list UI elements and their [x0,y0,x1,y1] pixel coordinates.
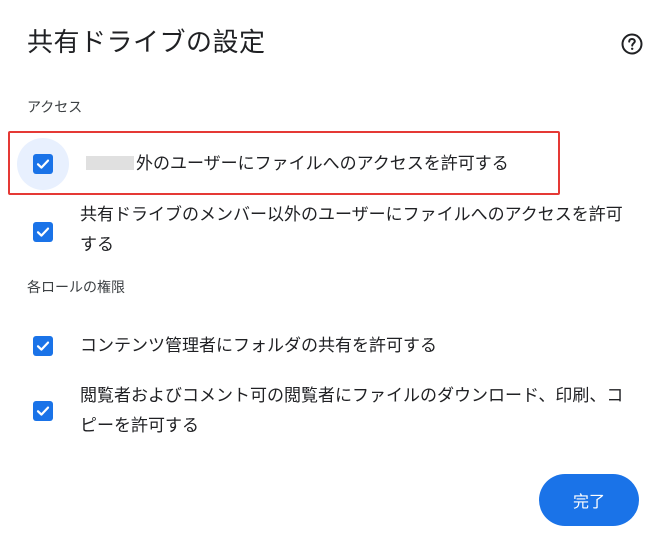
section-label-access: アクセス [27,100,83,116]
checkmark-icon [36,406,50,416]
checkbox-wrap [17,206,69,258]
help-icon[interactable] [620,32,644,56]
checkbox-allow-manager-folder-sharing[interactable] [33,336,53,356]
checkmark-icon [36,227,50,237]
dialog-title: 共有ドライブの設定 [27,28,266,58]
option-label-viewer-download: 閲覧者およびコメント可の閲覧者にファイルのダウンロード、印刷、コピーを許可する [80,386,624,436]
checkbox-allow-nonmember-access[interactable] [33,222,53,242]
option-label-allow-external: 外のユーザーにファイルへのアクセスを許可する [86,149,641,179]
checkbox-wrap [17,320,69,372]
checkmark-icon [36,341,50,351]
checkbox-wrap [17,385,69,437]
option-label-text: 外のユーザーにファイルへのアクセスを許可する [136,154,509,174]
checkmark-icon [36,159,50,169]
shared-drive-settings-dialog: 共有ドライブの設定 アクセス 外のユーザーにファイルへのアクセスを許可する 共有… [0,0,667,548]
option-label-manager-folder-sharing: コンテンツ管理者にフォルダの共有を許可する [80,336,437,356]
checkbox-allow-viewer-download[interactable] [33,401,53,421]
section-label-role-permissions: 各ロールの権限 [27,280,125,296]
option-label-allow-nonmember: 共有ドライブのメンバー以外のユーザーにファイルへのアクセスを許可する [80,205,623,255]
option-allow-nonmember-access[interactable]: 共有ドライブのメンバー以外のユーザーにファイルへのアクセスを許可する [0,200,667,260]
option-allow-manager-folder-sharing[interactable]: コンテンツ管理者にフォルダの共有を許可する [0,320,667,372]
option-allow-viewer-download[interactable]: 閲覧者およびコメント可の閲覧者にファイルのダウンロード、印刷、コピーを許可する [0,381,667,441]
option-allow-external-access[interactable]: 外のユーザーにファイルへのアクセスを許可する [0,138,667,190]
checkbox-focus-halo [17,138,69,190]
done-button[interactable]: 完了 [539,474,639,526]
checkbox-allow-external-access[interactable] [33,154,53,174]
redacted-domain [86,155,134,170]
